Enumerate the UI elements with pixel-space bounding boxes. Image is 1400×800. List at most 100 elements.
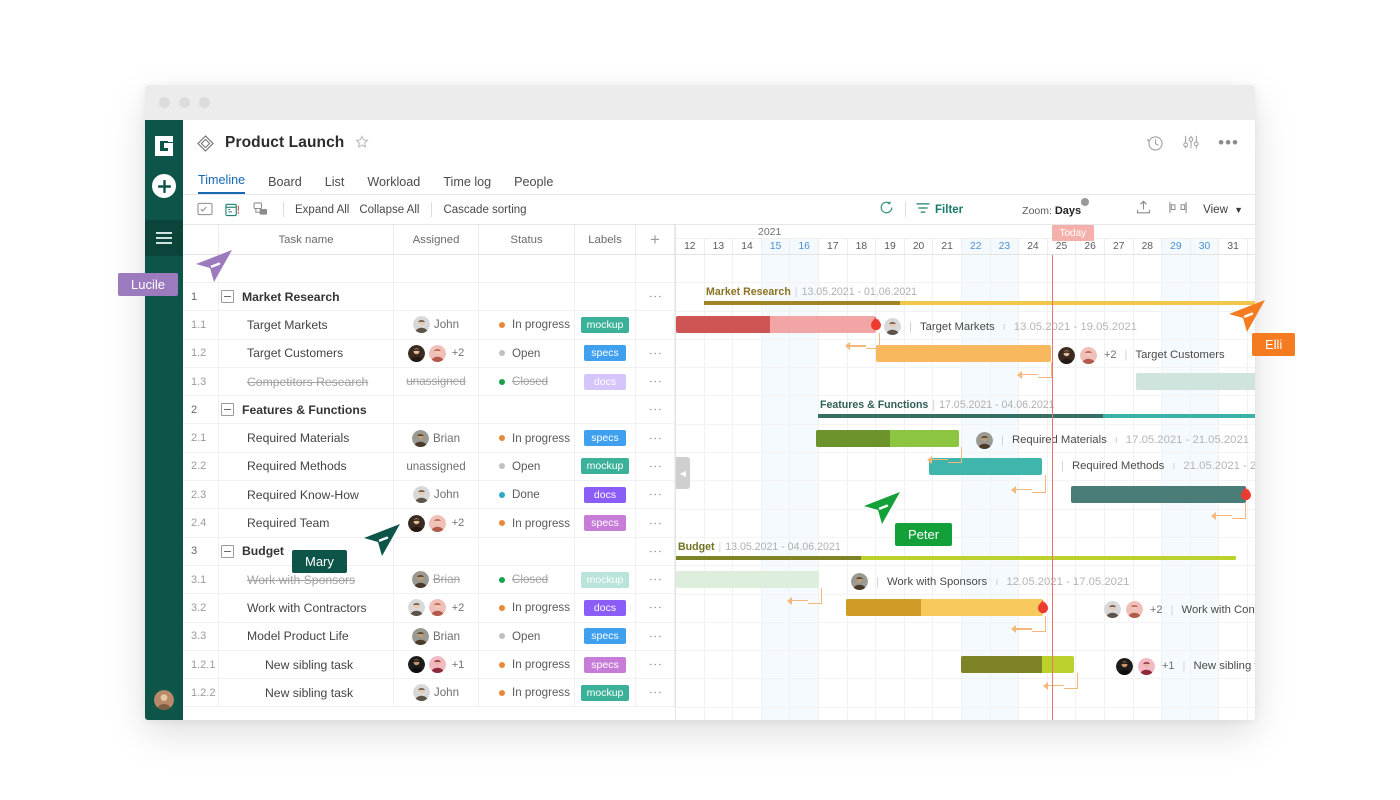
kebab-menu-icon[interactable]: ⋮ bbox=[653, 375, 657, 388]
row-labels[interactable]: docs bbox=[575, 368, 636, 395]
kebab-menu-icon[interactable]: ⋮ bbox=[653, 290, 657, 303]
row-assigned[interactable]: Brian bbox=[394, 424, 479, 451]
row-labels[interactable]: specs bbox=[575, 340, 636, 367]
row-assigned[interactable] bbox=[394, 283, 479, 310]
table-row[interactable]: 1Market Research⋮ bbox=[183, 283, 675, 311]
row-labels[interactable]: mockup bbox=[575, 311, 636, 338]
kebab-menu-icon[interactable]: ⋮ bbox=[653, 403, 657, 416]
status-badge[interactable]: specs bbox=[584, 628, 626, 644]
collapse-all-button[interactable]: Collapse All bbox=[359, 204, 419, 216]
row-assigned[interactable]: unassigned bbox=[394, 368, 479, 395]
row-actions[interactable]: ⋮ bbox=[636, 594, 675, 621]
status-badge[interactable]: docs bbox=[584, 487, 626, 503]
row-status[interactable]: In progress bbox=[479, 651, 575, 678]
table-row[interactable]: 3.3Model Product LifeBrianOpenspecs⋮ bbox=[183, 623, 675, 651]
gantt-summary-bar[interactable] bbox=[676, 556, 1236, 560]
row-status[interactable]: Open bbox=[479, 340, 575, 367]
row-task-name[interactable]: Required Methods bbox=[219, 453, 394, 480]
table-row[interactable]: 3Budget⋮ bbox=[183, 538, 675, 566]
row-status[interactable]: In progress bbox=[479, 509, 575, 536]
tab-list[interactable]: List bbox=[325, 175, 345, 194]
avatar[interactable] bbox=[1116, 658, 1133, 675]
gantt-task-bar[interactable] bbox=[1136, 373, 1255, 390]
avatar[interactable] bbox=[1104, 601, 1121, 618]
subtask-tree-icon[interactable] bbox=[253, 202, 269, 217]
kebab-menu-icon[interactable]: ⋮ bbox=[653, 347, 657, 360]
upload-icon[interactable] bbox=[1136, 200, 1151, 220]
status-badge[interactable]: specs bbox=[584, 515, 626, 531]
star-icon[interactable] bbox=[355, 135, 369, 152]
row-assigned[interactable]: unassigned bbox=[394, 453, 479, 480]
row-labels[interactable]: specs bbox=[575, 424, 636, 451]
row-labels[interactable]: specs bbox=[575, 509, 636, 536]
status-badge[interactable]: specs bbox=[584, 430, 626, 446]
row-collapse-toggle[interactable] bbox=[221, 545, 234, 558]
rail-menu-button[interactable] bbox=[145, 220, 183, 256]
table-row[interactable]: 1.3Competitors ResearchunassignedClosedd… bbox=[183, 368, 675, 396]
row-labels[interactable]: specs bbox=[575, 651, 636, 678]
gantt-task-bar[interactable] bbox=[846, 599, 1043, 616]
table-row[interactable]: 1.1Target MarketsJohnIn progressmockup bbox=[183, 311, 675, 339]
history-clock-icon[interactable] bbox=[1146, 134, 1164, 152]
kebab-menu-icon[interactable]: ⋮ bbox=[653, 517, 657, 530]
row-task-name[interactable]: Features & Functions bbox=[219, 396, 394, 423]
calendar-alert-icon[interactable] bbox=[225, 202, 241, 217]
row-assigned[interactable]: +2 bbox=[394, 340, 479, 367]
row-assigned[interactable]: +1 bbox=[394, 651, 479, 678]
row-assigned[interactable]: Brian bbox=[394, 623, 479, 650]
avatar[interactable] bbox=[429, 515, 446, 532]
row-actions[interactable]: ⋮ bbox=[636, 368, 675, 395]
row-status[interactable] bbox=[479, 396, 575, 423]
avatar[interactable] bbox=[851, 573, 868, 590]
row-labels[interactable]: mockup bbox=[575, 679, 636, 706]
row-actions[interactable]: ⋮ bbox=[636, 651, 675, 678]
row-status[interactable]: In progress bbox=[479, 679, 575, 706]
row-task-name[interactable]: Required Materials bbox=[219, 424, 394, 451]
avatar[interactable] bbox=[412, 571, 429, 588]
avatar[interactable] bbox=[1080, 347, 1097, 364]
row-status[interactable]: In progress bbox=[479, 594, 575, 621]
table-row[interactable]: 1.2.2New sibling taskJohnIn progressmock… bbox=[183, 679, 675, 707]
avatar[interactable] bbox=[408, 599, 425, 616]
table-row[interactable]: 2.2Required MethodsunassignedOpenmockup⋮ bbox=[183, 453, 675, 481]
kebab-menu-icon[interactable]: ⋮ bbox=[653, 686, 657, 699]
status-badge[interactable]: mockup bbox=[581, 572, 630, 588]
row-actions[interactable]: ⋮ bbox=[636, 679, 675, 706]
table-row[interactable]: 2.1Required MaterialsBrianIn progressspe… bbox=[183, 424, 675, 452]
row-task-name[interactable]: New sibling task bbox=[219, 651, 394, 678]
kebab-menu-icon[interactable]: ⋮ bbox=[653, 432, 657, 445]
avatar[interactable] bbox=[412, 628, 429, 645]
avatar[interactable] bbox=[429, 599, 446, 616]
row-assigned[interactable]: John bbox=[394, 679, 479, 706]
assignee-overflow[interactable]: +2 bbox=[452, 517, 465, 529]
gantt-task-bar[interactable] bbox=[929, 458, 1042, 475]
status-badge[interactable]: docs bbox=[584, 374, 626, 390]
assignee-overflow[interactable]: +1 bbox=[452, 659, 465, 671]
gantt-summary-bar[interactable] bbox=[704, 301, 1255, 305]
avatar[interactable] bbox=[1138, 658, 1155, 675]
row-actions[interactable]: ⋮ bbox=[636, 538, 675, 565]
avatar[interactable] bbox=[413, 684, 430, 701]
avatar[interactable] bbox=[413, 486, 430, 503]
row-labels[interactable]: mockup bbox=[575, 453, 636, 480]
add-column-button[interactable]: + bbox=[636, 225, 675, 254]
status-badge[interactable]: docs bbox=[584, 600, 626, 616]
avatar[interactable] bbox=[429, 656, 446, 673]
row-labels[interactable] bbox=[575, 283, 636, 310]
row-actions[interactable]: ⋮ bbox=[636, 396, 675, 423]
table-row[interactable]: 1.2.1New sibling task+1In progressspecs⋮ bbox=[183, 651, 675, 679]
assignee-overflow[interactable]: +2 bbox=[452, 602, 465, 614]
avatar[interactable] bbox=[413, 316, 430, 333]
row-status[interactable]: In progress bbox=[479, 311, 575, 338]
status-badge[interactable]: specs bbox=[584, 657, 626, 673]
row-status[interactable]: Open bbox=[479, 623, 575, 650]
row-actions[interactable]: ⋮ bbox=[636, 509, 675, 536]
column-header-labels[interactable]: Labels bbox=[575, 225, 636, 254]
checklist-icon[interactable] bbox=[197, 202, 213, 217]
window-minimize-dot[interactable] bbox=[179, 97, 190, 108]
row-task-name[interactable]: Work with Contractors bbox=[219, 594, 394, 621]
refresh-icon[interactable] bbox=[879, 200, 894, 220]
row-status[interactable]: Closed bbox=[479, 566, 575, 593]
window-close-dot[interactable] bbox=[159, 97, 170, 108]
row-task-name[interactable]: Target Customers bbox=[219, 340, 394, 367]
